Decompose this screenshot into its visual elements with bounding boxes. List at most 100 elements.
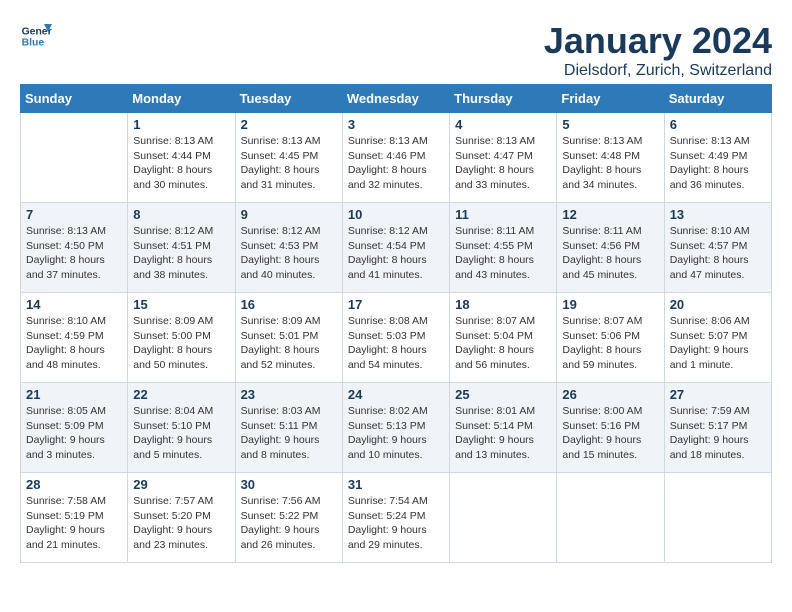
logo-icon: General Blue [20, 20, 52, 52]
svg-text:Blue: Blue [22, 38, 45, 49]
cell-sunrise: Sunrise: 8:13 AMSunset: 4:44 PMDaylight:… [133, 135, 213, 191]
cell-sunrise: Sunrise: 7:59 AMSunset: 5:17 PMDaylight:… [670, 405, 750, 461]
day-number: 6 [670, 117, 766, 132]
day-number: 11 [455, 207, 551, 222]
day-number: 25 [455, 387, 551, 402]
day-number: 16 [241, 297, 337, 312]
day-number: 2 [241, 117, 337, 132]
cell-w5-d2: 29 Sunrise: 7:57 AMSunset: 5:20 PMDaylig… [128, 473, 235, 563]
cell-w3-d1: 14 Sunrise: 8:10 AMSunset: 4:59 PMDaylig… [21, 293, 128, 383]
cell-w2-d1: 7 Sunrise: 8:13 AMSunset: 4:50 PMDayligh… [21, 203, 128, 293]
day-number: 7 [26, 207, 122, 222]
logo: General Blue General Blue [20, 20, 52, 52]
cell-sunrise: Sunrise: 8:13 AMSunset: 4:47 PMDaylight:… [455, 135, 535, 191]
cell-w2-d2: 8 Sunrise: 8:12 AMSunset: 4:51 PMDayligh… [128, 203, 235, 293]
cell-sunrise: Sunrise: 7:54 AMSunset: 5:24 PMDaylight:… [348, 495, 428, 551]
cell-w1-d6: 5 Sunrise: 8:13 AMSunset: 4:48 PMDayligh… [557, 113, 664, 203]
cell-sunrise: Sunrise: 8:13 AMSunset: 4:49 PMDaylight:… [670, 135, 750, 191]
cell-sunrise: Sunrise: 8:04 AMSunset: 5:10 PMDaylight:… [133, 405, 213, 461]
cell-sunrise: Sunrise: 7:58 AMSunset: 5:19 PMDaylight:… [26, 495, 106, 551]
cell-w3-d7: 20 Sunrise: 8:06 AMSunset: 5:07 PMDaylig… [664, 293, 771, 383]
cell-sunrise: Sunrise: 8:00 AMSunset: 5:16 PMDaylight:… [562, 405, 642, 461]
day-number: 17 [348, 297, 444, 312]
cell-sunrise: Sunrise: 8:08 AMSunset: 5:03 PMDaylight:… [348, 315, 428, 371]
day-number: 28 [26, 477, 122, 492]
week-row-4: 21 Sunrise: 8:05 AMSunset: 5:09 PMDaylig… [21, 383, 772, 473]
cell-w2-d7: 13 Sunrise: 8:10 AMSunset: 4:57 PMDaylig… [664, 203, 771, 293]
day-number: 26 [562, 387, 658, 402]
cell-w5-d7 [664, 473, 771, 563]
page-header: General Blue General Blue January 2024 D… [20, 20, 772, 80]
cell-w5-d4: 31 Sunrise: 7:54 AMSunset: 5:24 PMDaylig… [342, 473, 449, 563]
cell-w3-d4: 17 Sunrise: 8:08 AMSunset: 5:03 PMDaylig… [342, 293, 449, 383]
cell-sunrise: Sunrise: 8:10 AMSunset: 4:59 PMDaylight:… [26, 315, 106, 371]
day-number: 3 [348, 117, 444, 132]
day-number: 29 [133, 477, 229, 492]
cell-w4-d1: 21 Sunrise: 8:05 AMSunset: 5:09 PMDaylig… [21, 383, 128, 473]
cell-sunrise: Sunrise: 8:11 AMSunset: 4:56 PMDaylight:… [562, 225, 641, 281]
day-number: 31 [348, 477, 444, 492]
cell-w1-d3: 2 Sunrise: 8:13 AMSunset: 4:45 PMDayligh… [235, 113, 342, 203]
cell-w3-d3: 16 Sunrise: 8:09 AMSunset: 5:01 PMDaylig… [235, 293, 342, 383]
cell-w3-d5: 18 Sunrise: 8:07 AMSunset: 5:04 PMDaylig… [450, 293, 557, 383]
day-number: 13 [670, 207, 766, 222]
day-number: 10 [348, 207, 444, 222]
cell-w1-d4: 3 Sunrise: 8:13 AMSunset: 4:46 PMDayligh… [342, 113, 449, 203]
week-row-2: 7 Sunrise: 8:13 AMSunset: 4:50 PMDayligh… [21, 203, 772, 293]
week-row-1: 1 Sunrise: 8:13 AMSunset: 4:44 PMDayligh… [21, 113, 772, 203]
cell-w2-d3: 9 Sunrise: 8:12 AMSunset: 4:53 PMDayligh… [235, 203, 342, 293]
day-number: 15 [133, 297, 229, 312]
cell-w2-d5: 11 Sunrise: 8:11 AMSunset: 4:55 PMDaylig… [450, 203, 557, 293]
cell-sunrise: Sunrise: 8:13 AMSunset: 4:48 PMDaylight:… [562, 135, 642, 191]
day-number: 4 [455, 117, 551, 132]
day-number: 1 [133, 117, 229, 132]
location-title: Dielsdorf, Zurich, Switzerland [544, 62, 772, 80]
cell-w2-d6: 12 Sunrise: 8:11 AMSunset: 4:56 PMDaylig… [557, 203, 664, 293]
header-row: Sunday Monday Tuesday Wednesday Thursday… [21, 85, 772, 113]
cell-w2-d4: 10 Sunrise: 8:12 AMSunset: 4:54 PMDaylig… [342, 203, 449, 293]
title-section: January 2024 Dielsdorf, Zurich, Switzerl… [544, 20, 772, 80]
cell-sunrise: Sunrise: 7:57 AMSunset: 5:20 PMDaylight:… [133, 495, 213, 551]
day-number: 23 [241, 387, 337, 402]
day-number: 22 [133, 387, 229, 402]
cell-sunrise: Sunrise: 8:13 AMSunset: 4:45 PMDaylight:… [241, 135, 321, 191]
cell-sunrise: Sunrise: 8:12 AMSunset: 4:51 PMDaylight:… [133, 225, 213, 281]
cell-w4-d5: 25 Sunrise: 8:01 AMSunset: 5:14 PMDaylig… [450, 383, 557, 473]
cell-w4-d7: 27 Sunrise: 7:59 AMSunset: 5:17 PMDaylig… [664, 383, 771, 473]
cell-sunrise: Sunrise: 8:09 AMSunset: 5:00 PMDaylight:… [133, 315, 213, 371]
day-number: 19 [562, 297, 658, 312]
cell-sunrise: Sunrise: 8:07 AMSunset: 5:06 PMDaylight:… [562, 315, 642, 371]
cell-w5-d5 [450, 473, 557, 563]
cell-sunrise: Sunrise: 8:02 AMSunset: 5:13 PMDaylight:… [348, 405, 428, 461]
cell-w1-d7: 6 Sunrise: 8:13 AMSunset: 4:49 PMDayligh… [664, 113, 771, 203]
cell-w3-d2: 15 Sunrise: 8:09 AMSunset: 5:00 PMDaylig… [128, 293, 235, 383]
cell-w5-d3: 30 Sunrise: 7:56 AMSunset: 5:22 PMDaylig… [235, 473, 342, 563]
day-number: 30 [241, 477, 337, 492]
cell-w4-d3: 23 Sunrise: 8:03 AMSunset: 5:11 PMDaylig… [235, 383, 342, 473]
cell-w5-d1: 28 Sunrise: 7:58 AMSunset: 5:19 PMDaylig… [21, 473, 128, 563]
cell-sunrise: Sunrise: 8:13 AMSunset: 4:50 PMDaylight:… [26, 225, 106, 281]
cell-sunrise: Sunrise: 8:12 AMSunset: 4:53 PMDaylight:… [241, 225, 321, 281]
month-title: January 2024 [544, 20, 772, 62]
cell-sunrise: Sunrise: 8:01 AMSunset: 5:14 PMDaylight:… [455, 405, 535, 461]
col-monday: Monday [128, 85, 235, 113]
day-number: 9 [241, 207, 337, 222]
cell-w1-d2: 1 Sunrise: 8:13 AMSunset: 4:44 PMDayligh… [128, 113, 235, 203]
cell-sunrise: Sunrise: 8:07 AMSunset: 5:04 PMDaylight:… [455, 315, 535, 371]
calendar-table: Sunday Monday Tuesday Wednesday Thursday… [20, 84, 772, 563]
day-number: 8 [133, 207, 229, 222]
cell-sunrise: Sunrise: 8:11 AMSunset: 4:55 PMDaylight:… [455, 225, 534, 281]
day-number: 20 [670, 297, 766, 312]
cell-sunrise: Sunrise: 8:05 AMSunset: 5:09 PMDaylight:… [26, 405, 106, 461]
week-row-3: 14 Sunrise: 8:10 AMSunset: 4:59 PMDaylig… [21, 293, 772, 383]
cell-sunrise: Sunrise: 8:13 AMSunset: 4:46 PMDaylight:… [348, 135, 428, 191]
day-number: 27 [670, 387, 766, 402]
cell-sunrise: Sunrise: 7:56 AMSunset: 5:22 PMDaylight:… [241, 495, 321, 551]
cell-sunrise: Sunrise: 8:03 AMSunset: 5:11 PMDaylight:… [241, 405, 321, 461]
day-number: 24 [348, 387, 444, 402]
week-row-5: 28 Sunrise: 7:58 AMSunset: 5:19 PMDaylig… [21, 473, 772, 563]
cell-w1-d1 [21, 113, 128, 203]
day-number: 5 [562, 117, 658, 132]
cell-sunrise: Sunrise: 8:12 AMSunset: 4:54 PMDaylight:… [348, 225, 428, 281]
cell-sunrise: Sunrise: 8:06 AMSunset: 5:07 PMDaylight:… [670, 315, 750, 371]
